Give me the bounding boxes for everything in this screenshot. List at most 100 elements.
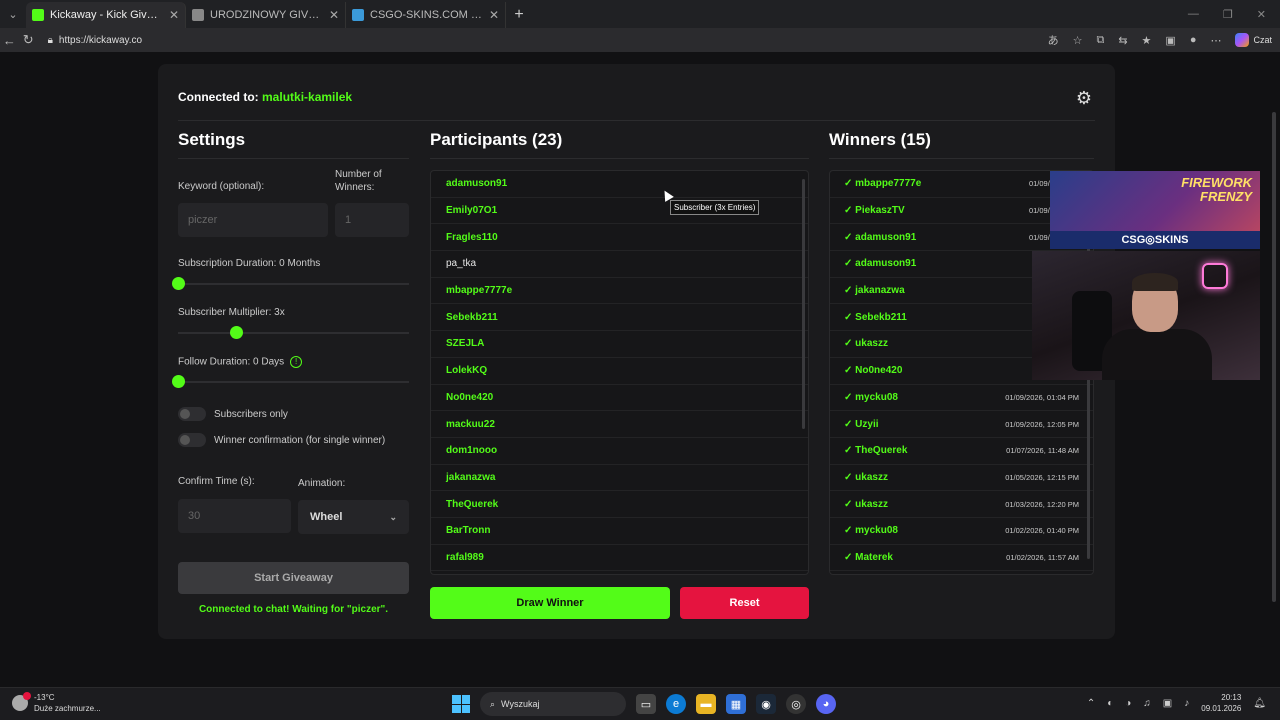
back-icon[interactable]: ← — [0, 33, 19, 48]
store-icon[interactable]: ▦ — [726, 694, 746, 714]
favorites-icon[interactable]: ★ — [1142, 34, 1152, 47]
collections-icon[interactable]: ▣ — [1165, 34, 1175, 47]
info-icon[interactable]: ! — [290, 356, 303, 368]
extensions-icon[interactable]: ⧉ — [1096, 34, 1104, 47]
translate-icon[interactable]: あ — [1048, 32, 1059, 48]
toggle-knob — [180, 409, 190, 419]
tab-close-icon[interactable]: ✕ — [489, 8, 499, 22]
promo-banner: FIREWORK FRENZY CSG◎SKINS — [1050, 171, 1260, 249]
participants-scrollbar[interactable] — [802, 179, 805, 429]
follow-duration-slider[interactable] — [172, 375, 409, 388]
network-icon[interactable]: ▣ — [1163, 698, 1172, 709]
tab-close-icon[interactable]: ✕ — [169, 8, 179, 22]
winners-label: Number of Winners: — [335, 169, 382, 193]
task-view-icon[interactable]: ▭ — [636, 694, 656, 714]
participant-row[interactable]: pa_tka — [431, 251, 808, 278]
new-tab-button[interactable]: + — [506, 2, 532, 28]
tab-title: CSGO-SKINS.COM - Najlepsze Sk — [370, 9, 483, 21]
minimize-icon[interactable]: — — [1188, 8, 1199, 20]
slider-thumb[interactable] — [172, 277, 185, 290]
microphone-icon[interactable]: ♫ — [1143, 698, 1151, 709]
notifications-icon[interactable]: 🔔︎ — [1253, 698, 1266, 709]
more-menu-icon[interactable]: ⋯ — [1210, 34, 1221, 47]
app-icon[interactable]: ◎ — [786, 694, 806, 714]
participant-row[interactable]: Sebekb211 — [431, 304, 808, 332]
participant-row[interactable]: mbappe7777e — [431, 278, 808, 305]
participant-row[interactable]: rafal989 — [431, 545, 808, 572]
tab-actions-menu[interactable]: ⌄ — [0, 0, 26, 28]
confirm-time-input[interactable]: 30 — [178, 499, 291, 533]
clock-date: 09.01.2026 — [1201, 704, 1242, 713]
settings-divider — [178, 158, 409, 159]
copilot-button[interactable]: Czat — [1235, 33, 1272, 47]
windows-start-icon[interactable] — [452, 695, 470, 713]
copilot-label: Czat — [1253, 35, 1272, 45]
keyword-input[interactable]: piczer — [178, 203, 328, 237]
winners-count-input[interactable]: 1 — [335, 203, 409, 237]
winner-name: ✓ TheQuerek — [844, 445, 908, 457]
weather-text: -13°C Duże zachmurze... — [34, 692, 101, 714]
discord-icon[interactable]: ◕ — [816, 694, 836, 714]
winner-name: ✓ ukaszz — [844, 471, 888, 483]
search-placeholder: Wyszukaj — [501, 699, 540, 709]
participant-row[interactable]: jakanazwa — [431, 465, 808, 492]
page-scrollbar[interactable] — [1272, 112, 1276, 602]
participant-row[interactable]: TheQuerek — [431, 491, 808, 518]
split-screen-icon[interactable]: ⇆ — [1118, 34, 1127, 47]
weather-temp: -13°C — [34, 693, 55, 702]
steam-icon[interactable]: ◉ — [756, 694, 776, 714]
tab-close-icon[interactable]: ✕ — [329, 8, 339, 22]
tray-app-icon[interactable]: ◐ — [1107, 698, 1113, 709]
draw-winner-button[interactable]: Draw Winner — [430, 587, 670, 619]
multiplier-slider[interactable] — [178, 326, 409, 339]
maximize-icon[interactable]: ❐ — [1223, 8, 1233, 21]
participant-row[interactable]: SZEJLA — [431, 331, 808, 358]
winner-row: ✓ ukaszz 01/03/2026, 12:20 PM — [830, 491, 1093, 518]
chat-status-message: Connected to chat! Waiting for "piczer". — [198, 604, 389, 615]
tray-app-icon[interactable]: ◑ — [1125, 698, 1131, 709]
search-icon: ⌕ — [490, 698, 496, 709]
browser-tab[interactable]: Kickaway - Kick Giveaway Tool ✕ — [26, 2, 186, 28]
gear-icon[interactable]: ⚙ — [1073, 87, 1095, 109]
system-tray: ⌃ ◐ ◑ ♫ ▣ ♪ 20:13 09.01.2026 🔔︎ — [1087, 692, 1266, 714]
subscribers-only-toggle[interactable] — [178, 407, 206, 421]
volume-icon[interactable]: ♪ — [1184, 698, 1189, 709]
winner-row: ✓ ukaszz 01/05/2026, 12:15 PM — [830, 465, 1093, 492]
participant-row[interactable]: dom1nooo — [431, 438, 808, 465]
winner-date: 01/02/2026, 01:40 PM — [1005, 526, 1079, 536]
winner-name: ✓ mycku08 — [844, 391, 898, 403]
edge-icon[interactable]: e — [666, 694, 686, 714]
file-explorer-icon[interactable]: ▬ — [696, 694, 716, 714]
toolbar-icons: あ ☆ ⧉ ⇆ ★ ▣ ● ⋯ Czat — [1048, 32, 1280, 48]
slider-thumb[interactable] — [172, 375, 185, 388]
close-icon[interactable]: ✕ — [1257, 8, 1266, 21]
participant-row[interactable]: Fragles110 — [431, 224, 808, 252]
taskbar-apps: ⌕ Wyszukaj ▭ e ▬ ▦ ◉ ◎ ◕ — [452, 692, 836, 716]
profile-avatar[interactable]: ● — [1190, 34, 1197, 46]
clock[interactable]: 20:13 09.01.2026 — [1201, 692, 1241, 714]
start-giveaway-button[interactable]: Start Giveaway — [178, 562, 409, 594]
refresh-icon[interactable]: ↻ — [19, 32, 38, 48]
browser-tab[interactable]: URODZINOWY GIVEAWAY KAMILKA ✕ — [186, 2, 346, 28]
reset-button[interactable]: Reset — [680, 587, 809, 619]
tab-favicon-icon — [352, 9, 364, 21]
winner-confirmation-toggle[interactable] — [178, 433, 206, 447]
tray-overflow-icon[interactable]: ⌃ — [1087, 698, 1095, 709]
participant-row[interactable]: BarTronn — [431, 518, 808, 545]
winner-date: 01/05/2026, 12:15 PM — [1005, 472, 1079, 482]
taskbar: -13°C Duże zachmurze... ⌕ Wyszukaj ▭ e ▬… — [0, 687, 1280, 720]
slider-thumb[interactable] — [229, 326, 243, 339]
participant-row[interactable]: adamuson91 — [431, 171, 808, 198]
participant-row[interactable]: LolekKQ — [431, 358, 808, 385]
favorite-star-icon[interactable]: ☆ — [1073, 34, 1083, 47]
weather-widget[interactable]: -13°C Duże zachmurze... — [12, 692, 101, 714]
url-field[interactable]: 🔒︎ https://kickaway.co — [48, 30, 1048, 50]
taskbar-search[interactable]: ⌕ Wyszukaj — [480, 692, 626, 716]
animation-select[interactable]: Wheel ⌄ — [298, 500, 409, 534]
sub-duration-slider[interactable] — [172, 277, 409, 290]
participant-row[interactable]: No0ne420 — [431, 385, 808, 412]
participant-row[interactable]: mackuu22 — [431, 411, 808, 438]
animation-value: Wheel — [310, 511, 343, 523]
winner-name: ✓ adamuson91 — [844, 231, 917, 243]
browser-tab[interactable]: CSGO-SKINS.COM - Najlepsze Sk ✕ — [346, 2, 506, 28]
